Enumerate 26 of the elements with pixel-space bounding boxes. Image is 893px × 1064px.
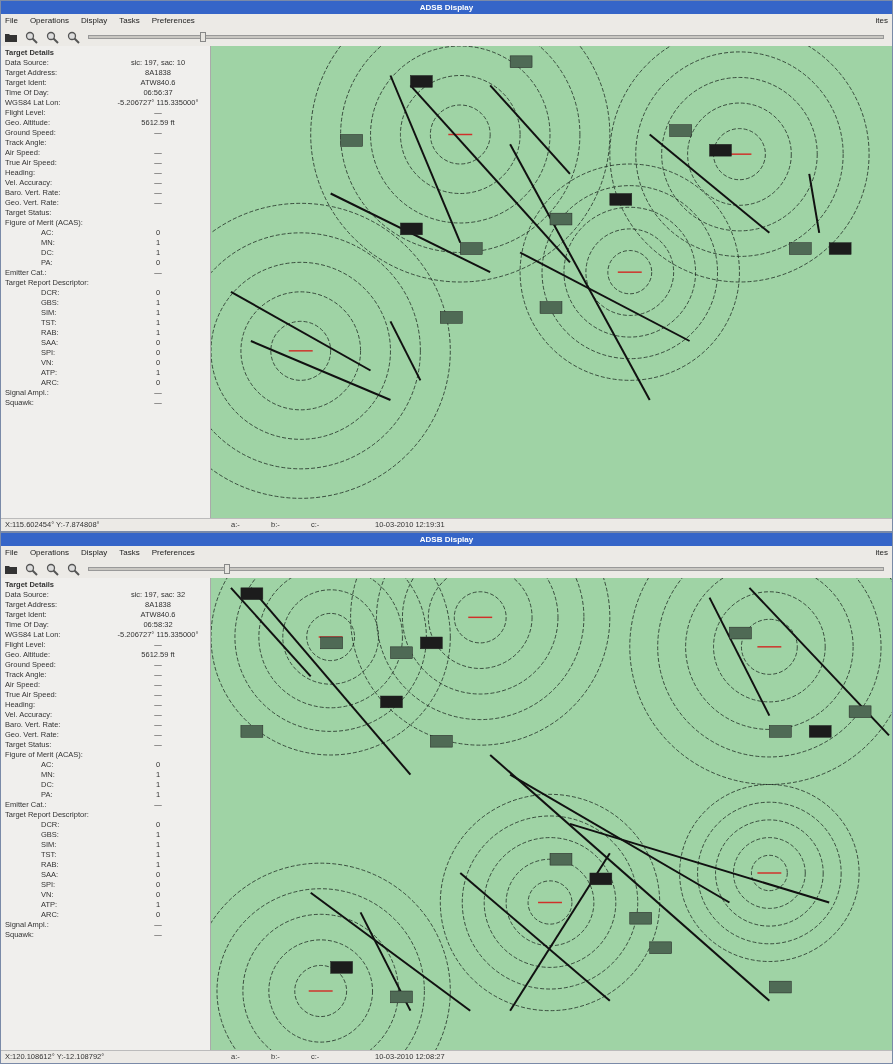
zoom-fit-icon[interactable]	[67, 30, 80, 44]
folder-icon[interactable]	[5, 564, 17, 574]
menu-item[interactable]: Operations	[29, 547, 70, 559]
slider-thumb[interactable]	[200, 32, 207, 42]
menu-label: ites	[875, 547, 888, 559]
menu-item[interactable]: File	[5, 547, 18, 559]
window-title: ADSB Display	[419, 1, 474, 14]
zoom-out-icon[interactable]	[46, 30, 59, 44]
menu-item[interactable]: Operations	[29, 15, 70, 27]
menu-label: ites	[875, 15, 888, 27]
slider-thumb[interactable]	[223, 564, 230, 574]
menu-item[interactable]: Preferences	[151, 15, 195, 27]
folder-icon[interactable]	[5, 32, 17, 42]
menu-item[interactable]: File	[5, 15, 18, 27]
zoom-slider[interactable]	[88, 35, 884, 39]
menu-item[interactable]: Preferences	[151, 547, 195, 559]
menu-item[interactable]: Display	[81, 15, 108, 27]
menu-item[interactable]: Display	[81, 547, 108, 559]
window-title: ADSB Display	[419, 533, 474, 546]
zoom-fit-icon[interactable]	[67, 562, 80, 576]
menu-item[interactable]: Tasks	[119, 15, 140, 27]
zoom-in-icon[interactable]	[25, 30, 38, 44]
zoom-out-icon[interactable]	[46, 562, 59, 576]
zoom-slider[interactable]	[88, 567, 884, 571]
zoom-in-icon[interactable]	[25, 562, 38, 576]
menu-item[interactable]: Tasks	[119, 547, 140, 559]
